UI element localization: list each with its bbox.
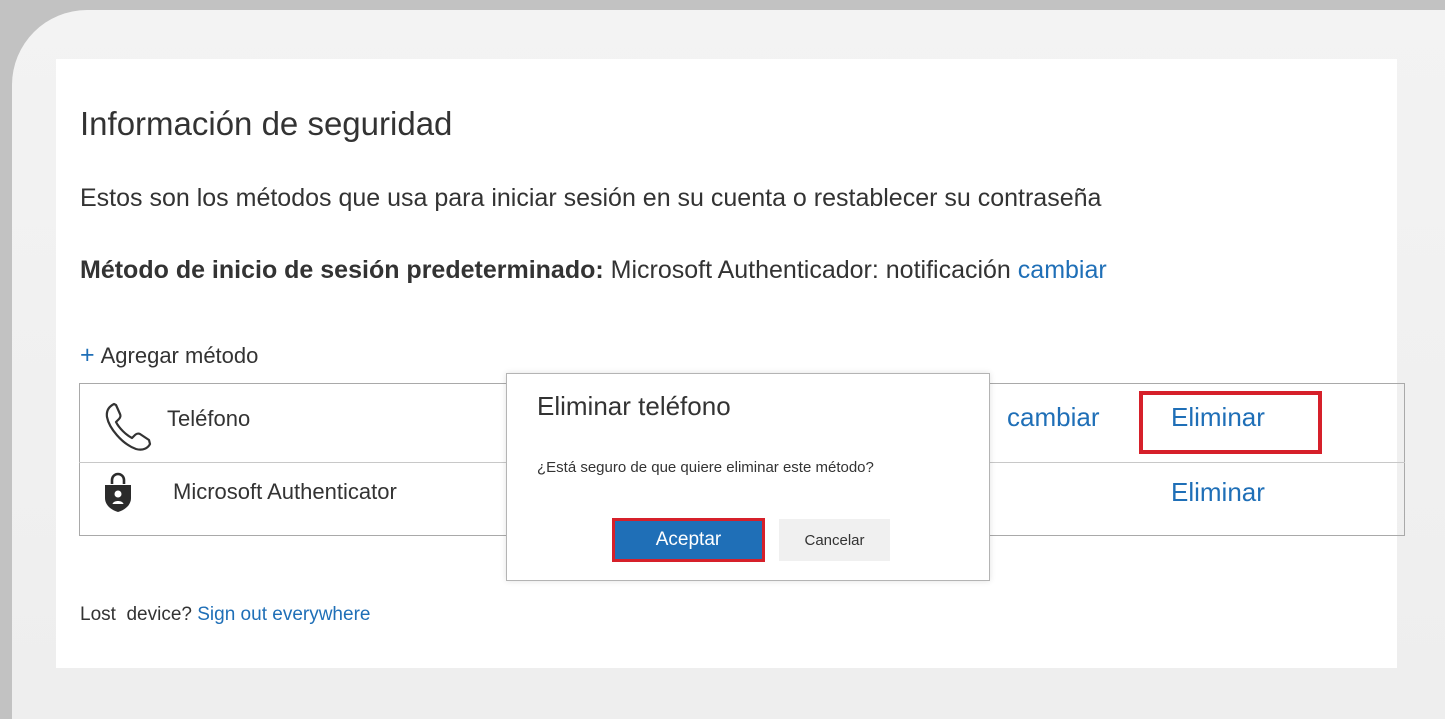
- add-method-button[interactable]: + Agregar método: [80, 341, 258, 370]
- authenticator-lock-icon: [103, 470, 133, 530]
- default-method-change-link[interactable]: cambiar: [1018, 256, 1107, 284]
- lost-device-text: Lost device?: [80, 604, 198, 625]
- lost-device-line: Lost device? Sign out everywhere: [80, 604, 370, 626]
- sign-out-everywhere-link[interactable]: Sign out everywhere: [197, 604, 370, 625]
- delete-authenticator-link[interactable]: Eliminar: [1171, 477, 1265, 508]
- default-method-value: Microsoft Authenticador: notificación: [603, 256, 1018, 284]
- add-method-label: Agregar método: [100, 343, 259, 368]
- delete-phone-link[interactable]: Eliminar: [1171, 402, 1265, 433]
- page-title: Información de seguridad: [80, 105, 453, 142]
- default-method-line: Método de inicio de sesión predeterminad…: [80, 256, 1107, 285]
- method-label-authenticator: Microsoft Authenticator: [173, 479, 397, 504]
- phone-icon: [100, 398, 156, 454]
- dialog-title: Eliminar teléfono: [537, 391, 731, 421]
- cancel-button[interactable]: Cancelar: [779, 519, 890, 561]
- page-subtitle: Estos son los métodos que usa para inici…: [80, 184, 1102, 212]
- plus-icon: +: [80, 341, 95, 369]
- change-phone-link[interactable]: cambiar: [1007, 402, 1099, 433]
- method-label-phone: Teléfono: [167, 406, 251, 431]
- dialog-message: ¿Está seguro de que quiere eliminar este…: [537, 459, 874, 476]
- default-method-label: Método de inicio de sesión predeterminad…: [80, 256, 604, 284]
- accept-button[interactable]: Aceptar: [612, 518, 765, 562]
